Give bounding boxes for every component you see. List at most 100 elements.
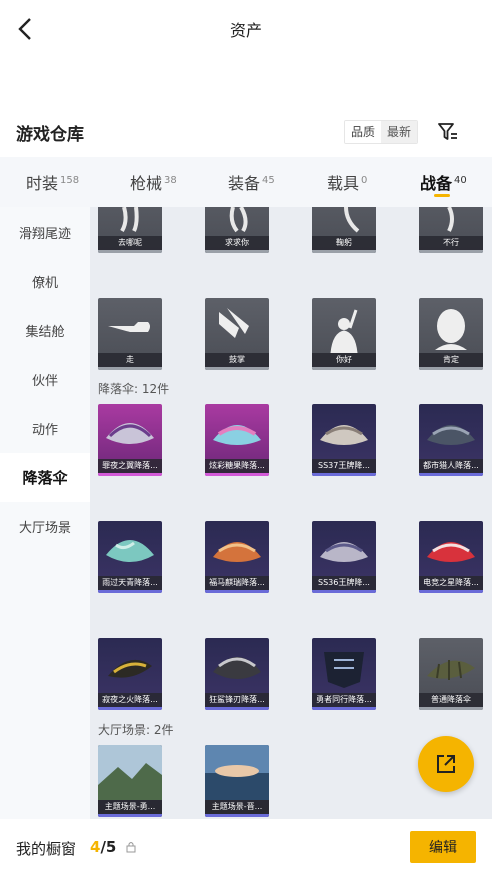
lock-icon <box>126 842 136 853</box>
item-name: 不行 <box>419 236 483 250</box>
emote-card[interactable]: 鞠躬 <box>312 207 376 253</box>
item-name: 你好 <box>312 353 376 367</box>
parachute-icon <box>427 542 475 562</box>
scene-card[interactable]: 主题场景-晋... <box>205 745 269 817</box>
top-bar: 资产 <box>0 0 492 58</box>
item-name: 鼓掌 <box>205 353 269 367</box>
showcase-label: 我的橱窗 <box>16 840 77 858</box>
tab-combat-prep[interactable]: 战备 40 <box>420 170 467 194</box>
sidebar-item-wingman[interactable]: 僚机 <box>0 257 90 306</box>
parachute-card[interactable]: 炫彩糖果降落... <box>205 404 269 476</box>
parachute-card[interactable]: 电竞之星降落... <box>419 521 483 593</box>
waving-figure-icon <box>330 309 358 353</box>
showcase-count: 4/5 <box>90 838 117 856</box>
active-tab-indicator <box>434 194 450 197</box>
share-external-icon <box>437 755 455 773</box>
sort-toggle: 品质 最新 <box>344 120 419 144</box>
sidebar-item-parachute[interactable]: 降落伞 <box>0 453 90 502</box>
parachute-icon <box>213 542 261 562</box>
edit-button[interactable]: 编辑 <box>410 831 476 863</box>
emote-figure-icon <box>120 207 139 233</box>
item-name: SS37王牌降... <box>312 459 376 473</box>
emote-card[interactable]: 你好 <box>312 298 376 370</box>
parachute-icon <box>320 425 368 445</box>
nodding-head-icon <box>435 309 467 350</box>
parachute-card[interactable]: 寂夜之火降落... <box>98 638 162 710</box>
filter-icon <box>438 123 457 140</box>
item-name: 狂鲨锋刃降落... <box>205 693 269 707</box>
emote-card[interactable]: 求求你 <box>205 207 269 253</box>
sidebar-item-partner[interactable]: 伙伴 <box>0 355 90 404</box>
tab-guns[interactable]: 枪械 38 <box>130 170 177 194</box>
emote-card[interactable]: 鼓掌 <box>205 298 269 370</box>
item-name: 勇者同行降落... <box>312 693 376 707</box>
pointing-hand-icon <box>108 322 150 332</box>
parachute-icon <box>213 425 261 445</box>
item-name: 走 <box>98 353 162 367</box>
emote-card[interactable]: 肯定 <box>419 298 483 370</box>
chevron-left-icon <box>18 18 31 40</box>
parachute-icon <box>320 542 368 562</box>
parachute-card[interactable]: 罪夜之翼降落... <box>98 404 162 476</box>
item-name: 电竞之星降落... <box>419 576 483 590</box>
item-name: 主题场景-晋... <box>205 800 269 814</box>
parachute-card[interactable]: SS36王牌降... <box>312 521 376 593</box>
share-button[interactable] <box>418 736 474 792</box>
parachute-icon <box>324 652 364 688</box>
item-name: SS36王牌降... <box>312 576 376 590</box>
parachute-section-label: 降落伞: 12件 <box>98 382 170 396</box>
emote-figure-icon <box>447 207 454 232</box>
parachute-card[interactable]: 福马麒瑞降落... <box>205 521 269 593</box>
landscape-icon <box>98 745 162 800</box>
parachute-icon <box>427 660 475 680</box>
parachute-card[interactable]: 雨过天青降落... <box>98 521 162 593</box>
sidebar-item-emote[interactable]: 动作 <box>0 404 90 453</box>
filter-button[interactable] <box>436 120 460 144</box>
parachute-card[interactable]: 勇者同行降落... <box>312 638 376 710</box>
warehouse-title: 游戏仓库 <box>16 124 84 145</box>
item-name: 普通降落伞 <box>419 693 483 707</box>
parachute-icon <box>108 659 152 678</box>
item-name: 去哪呢 <box>98 236 162 250</box>
parachute-card[interactable]: 狂鲨锋刃降落... <box>205 638 269 710</box>
emote-card[interactable]: 去哪呢 <box>98 207 162 253</box>
sidebar-item-assembly-pod[interactable]: 集结舱 <box>0 306 90 355</box>
emote-card[interactable]: 不行 <box>419 207 483 253</box>
sidebar-item-lobby-scene[interactable]: 大厅场景 <box>0 502 90 551</box>
warehouse-header: 游戏仓库 品质 最新 <box>0 112 492 152</box>
back-button[interactable] <box>12 14 38 44</box>
item-name: 罪夜之翼降落... <box>98 459 162 473</box>
item-name: 福马麒瑞降落... <box>205 576 269 590</box>
showcase-bar: 我的橱窗 4/5 编辑 <box>0 819 492 876</box>
clapping-hands-icon <box>219 308 249 338</box>
item-grid: 去哪呢 求求你 鞠躬 不行 走 鼓掌 你好 肯定 降落伞: 12件 罪夜之翼降落… <box>90 207 492 819</box>
emote-card[interactable]: 走 <box>98 298 162 370</box>
item-name: 鞠躬 <box>312 236 376 250</box>
page-title: 资产 <box>229 21 262 40</box>
parachute-card[interactable]: SS37王牌降... <box>312 404 376 476</box>
item-name: 肯定 <box>419 353 483 367</box>
sort-quality[interactable]: 品质 <box>345 121 382 143</box>
tab-equipment[interactable]: 装备 45 <box>228 170 275 194</box>
parachute-icon <box>106 540 154 562</box>
sidebar-item-glide-trail[interactable]: 滑翔尾迹 <box>0 208 90 257</box>
category-tabs: 时装 158 枪械 38 装备 45 载具 0 战备 40 <box>0 157 492 207</box>
tab-vehicles[interactable]: 载具 0 <box>327 170 367 194</box>
parachute-icon <box>213 657 261 679</box>
parachute-icon <box>106 423 154 444</box>
item-name: 寂夜之火降落... <box>98 693 162 707</box>
emote-figure-icon <box>344 207 360 233</box>
item-name: 都市猎人降落... <box>419 459 483 473</box>
sort-newest[interactable]: 最新 <box>381 121 418 143</box>
item-name: 主题场景-勇... <box>98 800 162 814</box>
parachute-card[interactable]: 都市猎人降落... <box>419 404 483 476</box>
item-name: 求求你 <box>205 236 269 250</box>
item-name: 雨过天青降落... <box>98 576 162 590</box>
item-name: 炫彩糖果降落... <box>205 459 269 473</box>
scene-card[interactable]: 主题场景-勇... <box>98 745 162 817</box>
sidebar: 滑翔尾迹 僚机 集结舱 伙伴 动作 降落伞 大厅场景 <box>0 207 90 819</box>
landscape-icon <box>205 745 269 800</box>
tab-fashion[interactable]: 时装 158 <box>26 170 79 194</box>
scene-section-label: 大厅场景: 2件 <box>98 723 174 737</box>
parachute-card[interactable]: 普通降落伞 <box>419 638 483 710</box>
